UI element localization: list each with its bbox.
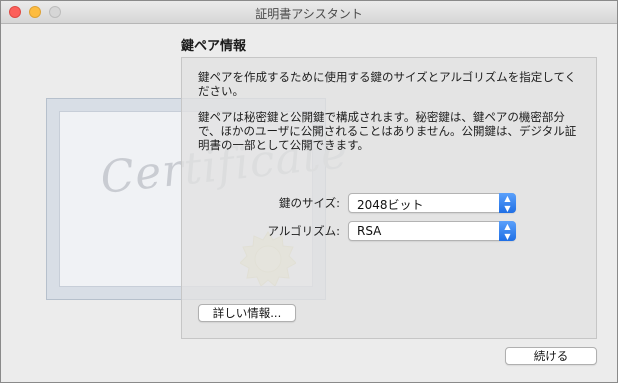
description-paragraph-1: 鍵ペアを作成するために使用する鍵のサイズとアルゴリズムを指定してください。	[198, 70, 577, 98]
certificate-assistant-window: 証明書アシスタント Certificate 鍵ペア情報 鍵ペアを作成するために使…	[0, 0, 618, 383]
key-size-label: 鍵のサイズ:	[278, 196, 340, 210]
algorithm-select[interactable]: RSA ▲ ▼	[348, 221, 516, 241]
description-paragraph-2: 鍵ペアは秘密鍵と公開鍵で構成されます。秘密鍵は、鍵ペアの機密部分で、ほかのユーザ…	[198, 110, 577, 152]
key-size-select[interactable]: 2048ビット ▲ ▼	[348, 193, 516, 213]
title-bar: 証明書アシスタント	[1, 1, 617, 24]
continue-button[interactable]: 続ける	[505, 347, 597, 365]
key-size-value: 2048ビット	[357, 198, 424, 212]
section-title: 鍵ペア情報	[181, 39, 247, 54]
key-pair-info-panel: 鍵ペアを作成するために使用する鍵のサイズとアルゴリズムを指定してください。 鍵ペ…	[181, 57, 597, 339]
algorithm-value: RSA	[357, 224, 382, 238]
more-info-button[interactable]: 詳しい情報...	[198, 304, 296, 322]
algorithm-label: アルゴリズム:	[267, 224, 340, 238]
window-title: 証明書アシスタント	[255, 7, 363, 21]
chevron-up-down-icon: ▲ ▼	[499, 221, 516, 241]
chevron-up-down-icon: ▲ ▼	[499, 193, 516, 213]
